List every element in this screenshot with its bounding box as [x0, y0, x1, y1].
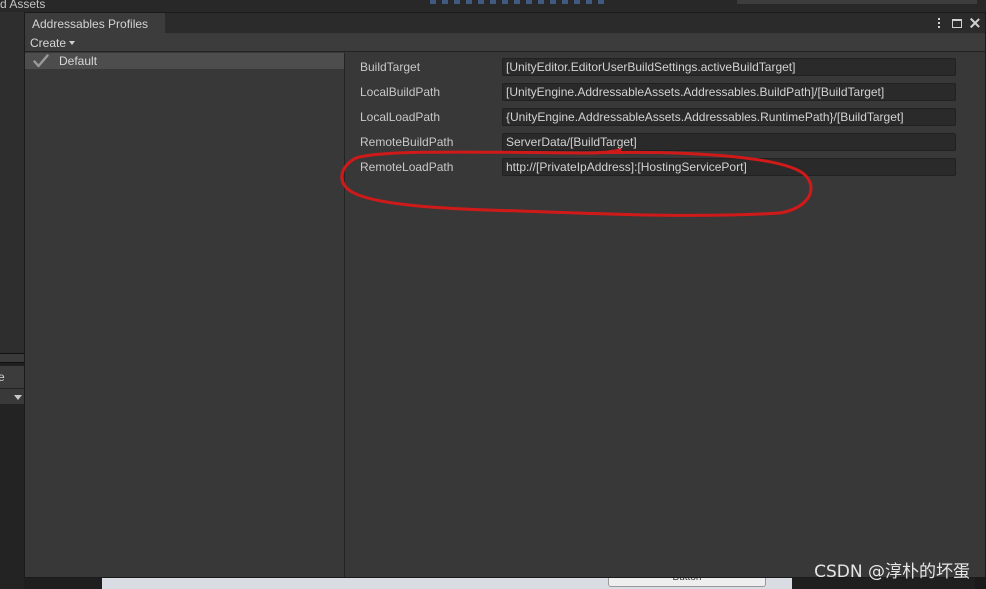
variable-value-field[interactable]: [UnityEngine.AddressableAssets.Addressab… — [502, 83, 956, 101]
close-button[interactable] — [969, 16, 981, 30]
check-icon — [33, 54, 49, 68]
background-top-bar: d Assets — [0, 0, 986, 12]
addressables-profiles-window: Addressables Profiles Create Default Bui… — [24, 12, 986, 578]
background-link-strip — [430, 0, 610, 4]
background-top-text: d Assets — [0, 0, 46, 11]
variable-value-field[interactable]: ServerData/[BuildTarget] — [502, 133, 956, 151]
profiles-list: Default — [25, 53, 344, 577]
variable-row: LocalBuildPath [UnityEngine.AddressableA… — [345, 83, 985, 101]
variable-row: LocalLoadPath {UnityEngine.AddressableAs… — [345, 108, 985, 126]
variable-name: LocalBuildPath — [360, 85, 441, 99]
variable-value-field[interactable]: [UnityEditor.EditorUserBuildSettings.act… — [502, 58, 956, 76]
window-titlebar[interactable]: Addressables Profiles — [25, 13, 985, 33]
watermark: CSDN @淳朴的坏蛋 — [814, 562, 970, 582]
window-tab[interactable]: Addressables Profiles — [25, 13, 165, 33]
variable-row: BuildTarget [UnityEditor.EditorUserBuild… — [345, 58, 985, 76]
window-toolbar: Create — [25, 33, 985, 52]
create-button-label: Create — [30, 35, 67, 50]
window-tab-title: Addressables Profiles — [32, 17, 149, 31]
close-icon — [970, 18, 980, 28]
variable-name: LocalLoadPath — [360, 110, 441, 124]
background-field — [737, 0, 977, 4]
variable-row: RemoteBuildPath ServerData/[BuildTarget] — [345, 133, 985, 151]
background-left-splitter[interactable] — [0, 353, 24, 363]
maximize-button[interactable] — [951, 16, 963, 30]
variable-row: RemoteLoadPath http://[PrivateIpAddress]… — [345, 158, 985, 176]
background-left-tab[interactable]: e — [0, 366, 24, 388]
variable-value-field[interactable]: http://[PrivateIpAddress]:[HostingServic… — [502, 158, 956, 176]
background-left-dropdown[interactable] — [0, 388, 24, 404]
variable-value-field[interactable]: {UnityEngine.AddressableAssets.Addressab… — [502, 108, 956, 126]
profile-variables-pane: BuildTarget [UnityEditor.EditorUserBuild… — [345, 53, 985, 577]
background-left-tab-label: e — [0, 370, 5, 384]
profile-item-label: Default — [59, 54, 98, 68]
variable-name: RemoteBuildPath — [360, 135, 454, 149]
variable-name: RemoteLoadPath — [360, 160, 454, 174]
create-button[interactable]: Create — [26, 34, 79, 51]
variable-name: BuildTarget — [360, 60, 421, 74]
chevron-down-icon — [69, 40, 76, 45]
profile-item-default[interactable]: Default — [25, 53, 344, 69]
more-options-button[interactable] — [933, 16, 945, 30]
more-icon — [938, 18, 940, 28]
window-controls — [933, 13, 981, 33]
background-left-lower-panel — [0, 404, 24, 589]
background-left-panel — [0, 12, 24, 353]
maximize-icon — [952, 18, 962, 28]
